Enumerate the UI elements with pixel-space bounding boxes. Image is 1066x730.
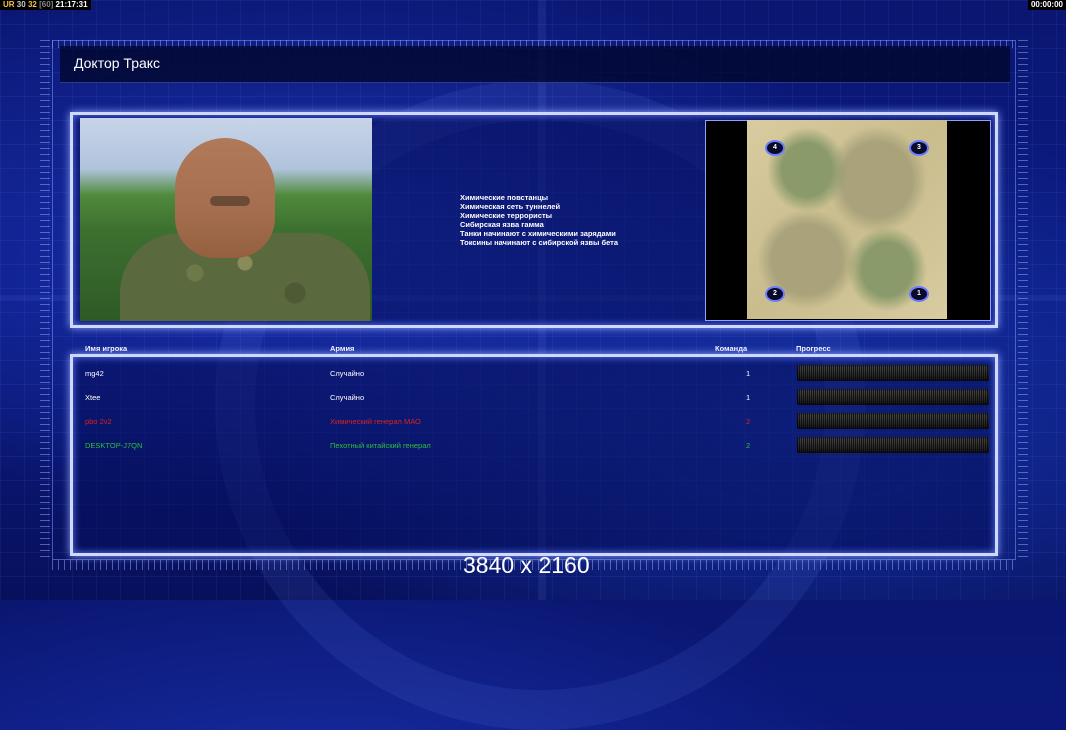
- header-player: Имя игрока: [85, 344, 128, 353]
- progress-bar: [797, 437, 989, 453]
- hud-timer: 00:00:00: [1027, 0, 1066, 10]
- player-row: Xtee Случайно 1: [84, 389, 994, 407]
- portrait-eyes: [210, 196, 250, 206]
- map-start-marker-1[interactable]: 1: [909, 286, 929, 302]
- progress-bar: [797, 389, 989, 405]
- player-name: DESKTOP-J7QN: [85, 441, 143, 450]
- title-bar: Доктор Тракс: [60, 46, 1010, 83]
- progress-bar: [797, 365, 989, 381]
- objectives-list: Химические повстанцы Химическая сеть тун…: [460, 193, 618, 247]
- objective-item: Сибирская язва гамма: [460, 220, 544, 229]
- player-name: mg42: [85, 369, 104, 378]
- player-army: Пехотный китайский генерал: [330, 441, 431, 450]
- general-portrait: [80, 118, 372, 321]
- player-army: Случайно: [330, 369, 365, 378]
- ruler-right: [1018, 40, 1028, 560]
- hud-value-2: 32: [27, 0, 37, 9]
- objective-item: Химические террористы: [460, 211, 553, 220]
- hud-value-1: 30: [16, 0, 26, 9]
- objective-item: Токсины начинают с сибирской язвы бета: [460, 238, 619, 247]
- map-start-marker-3[interactable]: 3: [909, 140, 929, 156]
- resolution-overlay: 3840 x 2160: [463, 552, 590, 578]
- objective-item: Химическая сеть туннелей: [460, 202, 561, 211]
- progress-bar: [797, 413, 989, 429]
- map-start-marker-2[interactable]: 2: [765, 286, 785, 302]
- players-panel: [70, 354, 998, 556]
- header-progress: Прогресс: [796, 344, 831, 353]
- player-team: 2: [746, 417, 751, 426]
- player-army: Химический генерал МАО: [330, 417, 421, 426]
- hud-clock: 21:17:31: [55, 0, 88, 9]
- player-team: 1: [746, 393, 751, 402]
- objective-item: Танки начинают с химическими зарядами: [460, 229, 616, 238]
- player-row: pbo 2v2 Химический генерал МАО 2: [84, 413, 994, 431]
- objective-item: Химические повстанцы: [460, 193, 549, 202]
- header-army: Армия: [330, 344, 355, 353]
- player-row: mg42 Случайно 1: [84, 365, 994, 383]
- player-row: DESKTOP-J7QN Пехотный китайский генерал …: [84, 437, 994, 455]
- player-name: Xtee: [85, 393, 101, 402]
- player-team: 1: [746, 369, 751, 378]
- player-name: pbo 2v2: [85, 417, 112, 426]
- player-team: 2: [746, 441, 751, 450]
- player-army: Случайно: [330, 393, 365, 402]
- hud-value-3: [60]: [39, 0, 54, 9]
- map-start-marker-4[interactable]: 4: [765, 140, 785, 156]
- header-team: Команда: [715, 344, 748, 353]
- ruler-left: [40, 40, 50, 560]
- page-title: Доктор Тракс: [74, 55, 161, 71]
- hud-stats: UR 30 32 [60] 21:17:31: [0, 0, 91, 10]
- hud-label: UR: [3, 0, 15, 9]
